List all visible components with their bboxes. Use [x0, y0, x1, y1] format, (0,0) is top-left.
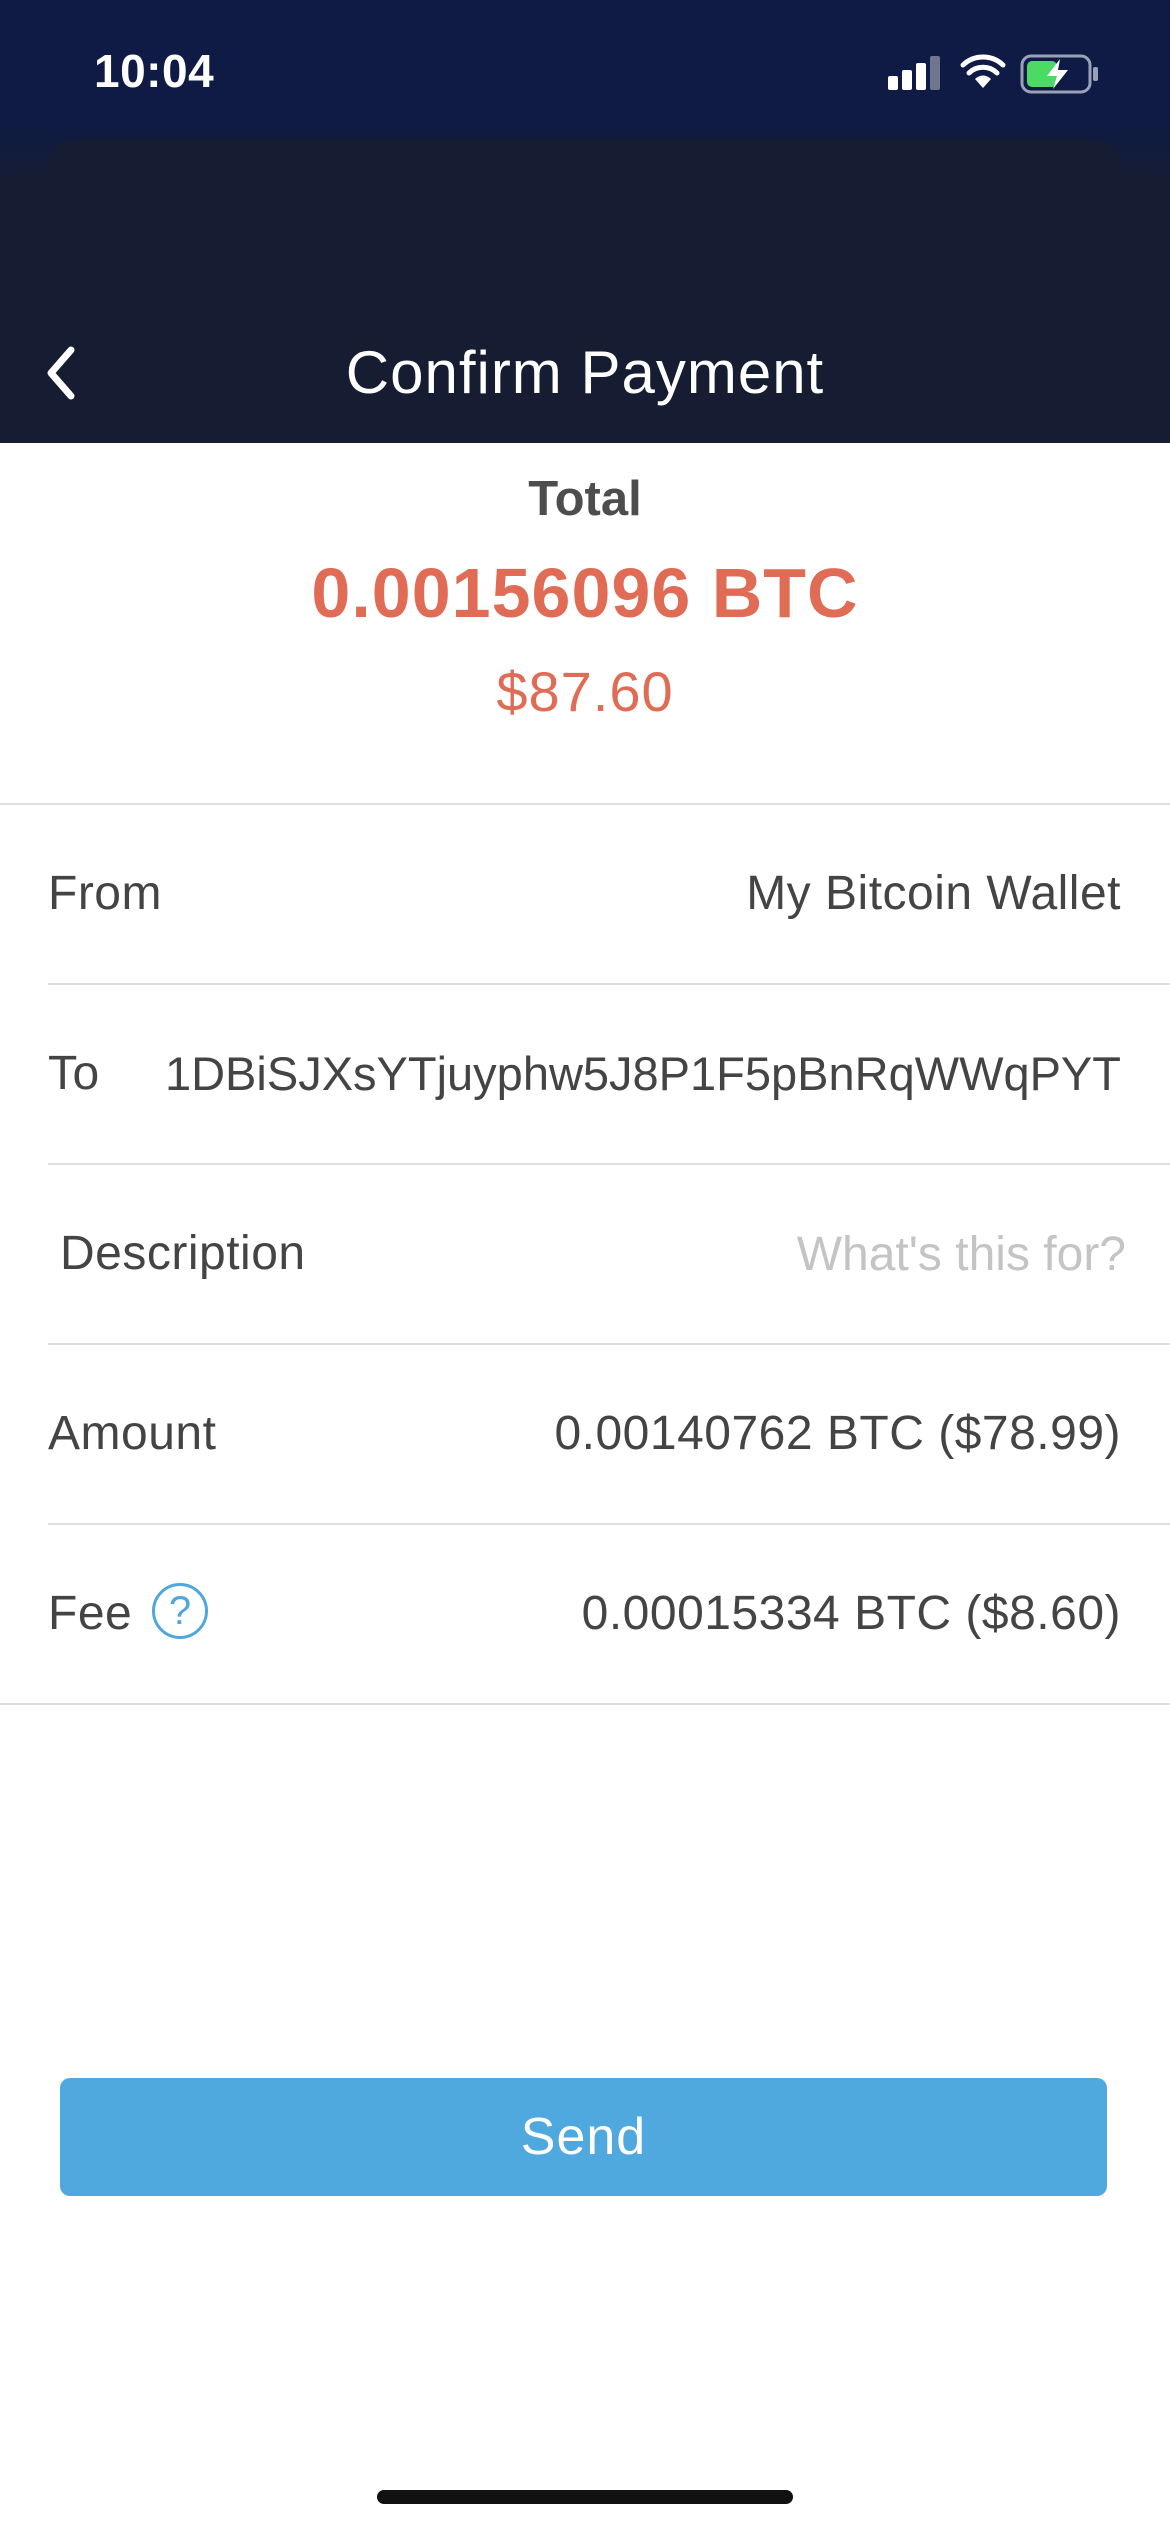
amount-label: Amount — [48, 1407, 217, 1460]
amount-row: Amount 0.00140762 BTC ($78.99) — [48, 1345, 1170, 1525]
wifi-icon — [960, 54, 1006, 95]
question-circle-icon[interactable]: ? — [152, 1583, 208, 1639]
status-icons — [888, 48, 1118, 96]
fee-label: Fee — [48, 1587, 133, 1640]
from-label: From — [48, 867, 162, 920]
battery-charging-icon — [1020, 54, 1100, 99]
total-usd-amount: $87.60 — [496, 660, 674, 723]
page-title: Confirm Payment — [345, 339, 825, 406]
fee-row: Fee ? 0.00015334 BTC ($8.60) — [0, 1525, 1170, 1705]
app-header: 10:04 Confirm Payment — [0, 0, 1170, 443]
description-row[interactable]: Description — [48, 1165, 1170, 1345]
description-input[interactable] — [606, 1215, 1126, 1293]
send-button[interactable]: Send — [60, 2078, 1107, 2196]
total-btc-amount: 0.00156096 BTC — [311, 554, 859, 632]
amount-value: 0.00140762 BTC ($78.99) — [554, 1407, 1121, 1460]
description-label: Description — [60, 1227, 306, 1280]
total-summary: Total 0.00156096 BTC $87.60 — [0, 443, 1170, 805]
to-label: To — [48, 1047, 100, 1100]
status-time: 10:04 — [94, 45, 215, 97]
to-address: 1DBiSJXsYTjuyphw5J8P1F5pBnRqWWqPYT — [164, 1047, 1121, 1100]
to-row: To 1DBiSJXsYTjuyphw5J8P1F5pBnRqWWqPYT — [48, 985, 1170, 1165]
fee-value: 0.00015334 BTC ($8.60) — [581, 1587, 1121, 1640]
home-indicator[interactable] — [377, 2490, 793, 2504]
from-value: My Bitcoin Wallet — [746, 867, 1121, 920]
cellular-signal-icon — [888, 48, 948, 96]
total-label: Total — [528, 472, 642, 526]
from-row: From My Bitcoin Wallet — [48, 805, 1170, 985]
